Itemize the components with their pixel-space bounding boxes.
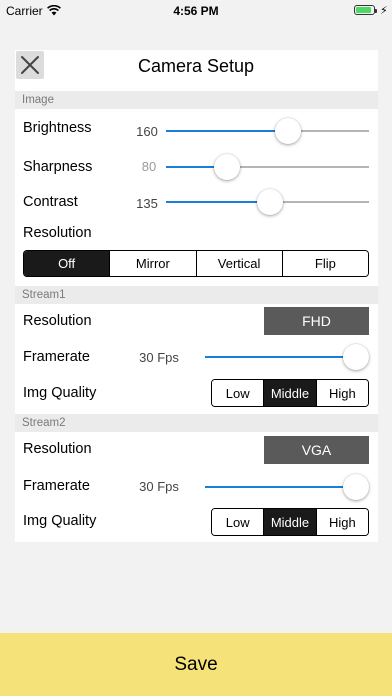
brightness-slider[interactable] [166, 118, 369, 144]
stream2-framerate-value: 30 Fps [139, 479, 179, 494]
segment-vertical[interactable]: Vertical [195, 251, 282, 276]
brightness-value: 160 [136, 124, 158, 139]
stream2-framerate-label: Framerate [23, 478, 90, 494]
stream2-framerate-slider-thumb[interactable] [343, 474, 369, 500]
stream1-img-quality-label: Img Quality [23, 385, 97, 401]
stream2-resolution-button[interactable]: VGA [264, 436, 369, 464]
section-header-stream2: Stream2 [15, 414, 378, 432]
contrast-value: 135 [136, 196, 158, 211]
section-header-stream1: Stream1 [15, 286, 378, 304]
segment-off[interactable]: Off [24, 251, 110, 276]
stream1-resolution-label: Resolution [23, 313, 92, 329]
brightness-label: Brightness [23, 120, 92, 136]
contrast-slider-thumb[interactable] [256, 189, 283, 215]
segment-middle[interactable]: Middle [263, 509, 316, 535]
segment-low[interactable]: Low [212, 509, 264, 535]
battery-icon [354, 5, 377, 15]
image-resolution-label: Resolution [23, 225, 92, 241]
section-label-image: Image [22, 94, 54, 106]
brightness-slider-fill [166, 130, 288, 132]
stream1-framerate-slider-thumb[interactable] [343, 344, 369, 370]
stream2-img-quality-segmented-control[interactable]: Low Middle High [211, 508, 369, 536]
stream1-framerate-value: 30 Fps [139, 350, 179, 365]
segment-high[interactable]: High [315, 509, 368, 535]
image-resolution-segmented-control[interactable]: Off Mirror Vertical Flip [23, 250, 369, 277]
segment-low[interactable]: Low [212, 380, 264, 406]
sharpness-slider-thumb[interactable] [213, 154, 240, 180]
section-label-stream2: Stream2 [22, 417, 66, 429]
stream2-framerate-slider[interactable] [205, 474, 369, 500]
segment-mirror[interactable]: Mirror [109, 251, 196, 276]
stream1-framerate-slider[interactable] [205, 344, 369, 370]
stream2-resolution-label: Resolution [23, 441, 92, 457]
stream2-framerate-slider-fill [205, 486, 356, 488]
contrast-slider[interactable] [166, 189, 369, 215]
stream1-img-quality-segmented-control[interactable]: Low Middle High [211, 379, 369, 407]
stream1-framerate-slider-fill [205, 356, 356, 358]
sharpness-slider[interactable] [166, 154, 369, 180]
sharpness-value: 80 [141, 159, 157, 174]
segment-middle[interactable]: Middle [263, 380, 316, 406]
stream1-resolution-button[interactable]: FHD [264, 307, 369, 335]
page-title: Camera Setup [137, 56, 255, 76]
charging-icon: ⚡︎ [380, 5, 388, 17]
save-button[interactable]: Save [0, 633, 392, 696]
stream2-img-quality-label: Img Quality [23, 513, 97, 529]
save-button-label: Save [174, 653, 218, 675]
sharpness-label: Sharpness [23, 159, 93, 175]
section-label-stream1: Stream1 [22, 289, 66, 301]
stream1-framerate-label: Framerate [23, 349, 90, 365]
segment-high[interactable]: High [315, 380, 368, 406]
section-header-image: Image [15, 91, 378, 109]
status-time: 4:56 PM [173, 4, 219, 18]
contrast-slider-fill [166, 201, 270, 203]
brightness-slider-thumb[interactable] [274, 118, 301, 144]
contrast-label: Contrast [23, 194, 78, 210]
status-bar: Carrier 4:56 PM ⚡︎ [0, 0, 392, 22]
segment-flip[interactable]: Flip [281, 251, 368, 276]
